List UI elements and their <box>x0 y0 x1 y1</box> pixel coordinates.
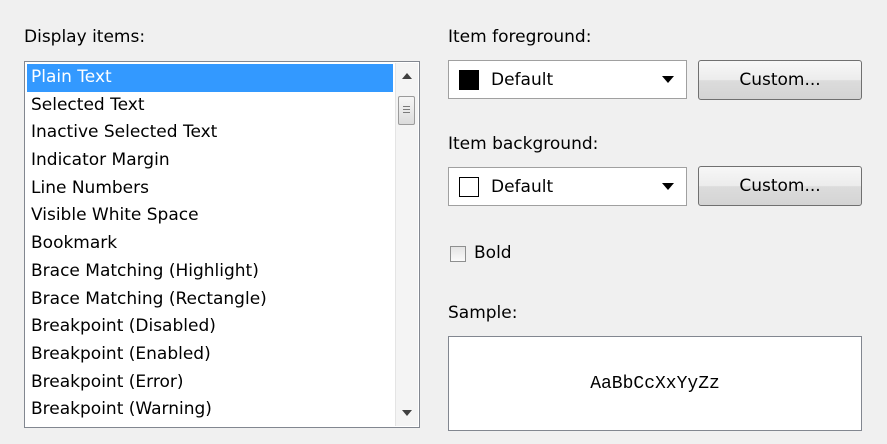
list-item[interactable]: Indicator Margin <box>27 147 393 175</box>
list-item[interactable]: Bookmark <box>27 230 393 258</box>
foreground-value: Default <box>491 69 554 90</box>
scroll-up-button[interactable] <box>396 65 418 87</box>
display-items-list[interactable]: Plain Text Selected Text Inactive Selected… <box>24 61 420 428</box>
display-items-label: Display items: <box>24 27 146 47</box>
list-scrollbar[interactable] <box>395 63 418 426</box>
list-item[interactable]: Brace Matching (Rectangle) <box>27 286 393 314</box>
list-item[interactable]: Breakpoint (Enabled) <box>27 341 393 369</box>
list-item[interactable]: Selected Text <box>27 92 393 120</box>
list-item[interactable]: Plain Text <box>27 64 393 92</box>
background-value: Default <box>491 176 554 197</box>
arrow-up-icon <box>402 73 412 79</box>
foreground-custom-button[interactable]: Custom... <box>698 60 862 100</box>
foreground-color-combo[interactable]: Default <box>448 60 687 99</box>
dropdown-arrow-icon <box>662 183 674 190</box>
scroll-thumb[interactable] <box>398 96 415 125</box>
bold-label[interactable]: Bold <box>474 243 512 263</box>
list-item[interactable]: Line Numbers <box>27 175 393 203</box>
list-item[interactable]: Inactive Selected Text <box>27 119 393 147</box>
sample-text: AaBbCcXxYyZz <box>590 373 720 394</box>
background-custom-label: Custom... <box>739 176 821 196</box>
grip-icon <box>403 106 410 115</box>
list-item[interactable]: Breakpoint (Error) <box>27 369 393 397</box>
bold-checkbox[interactable] <box>450 246 466 262</box>
display-items-entries: Plain Text Selected Text Inactive Selected… <box>27 64 393 424</box>
item-background-label: Item background: <box>448 134 599 154</box>
arrow-down-icon <box>402 410 412 416</box>
dropdown-arrow-icon <box>662 76 674 83</box>
list-item[interactable]: Visible White Space <box>27 202 393 230</box>
background-swatch <box>459 176 479 197</box>
list-item[interactable]: Breakpoint (Disabled) <box>27 313 393 341</box>
background-color-combo[interactable]: Default <box>448 167 687 206</box>
item-foreground-label: Item foreground: <box>448 27 592 47</box>
foreground-custom-label: Custom... <box>739 70 821 90</box>
sample-label: Sample: <box>448 303 518 323</box>
list-item[interactable]: Breakpoint (Warning) <box>27 396 393 424</box>
list-item[interactable]: Brace Matching (Highlight) <box>27 258 393 286</box>
scroll-down-button[interactable] <box>396 402 418 424</box>
foreground-swatch <box>459 69 479 90</box>
background-custom-button[interactable]: Custom... <box>698 166 862 206</box>
sample-preview: AaBbCcXxYyZz <box>448 336 862 431</box>
